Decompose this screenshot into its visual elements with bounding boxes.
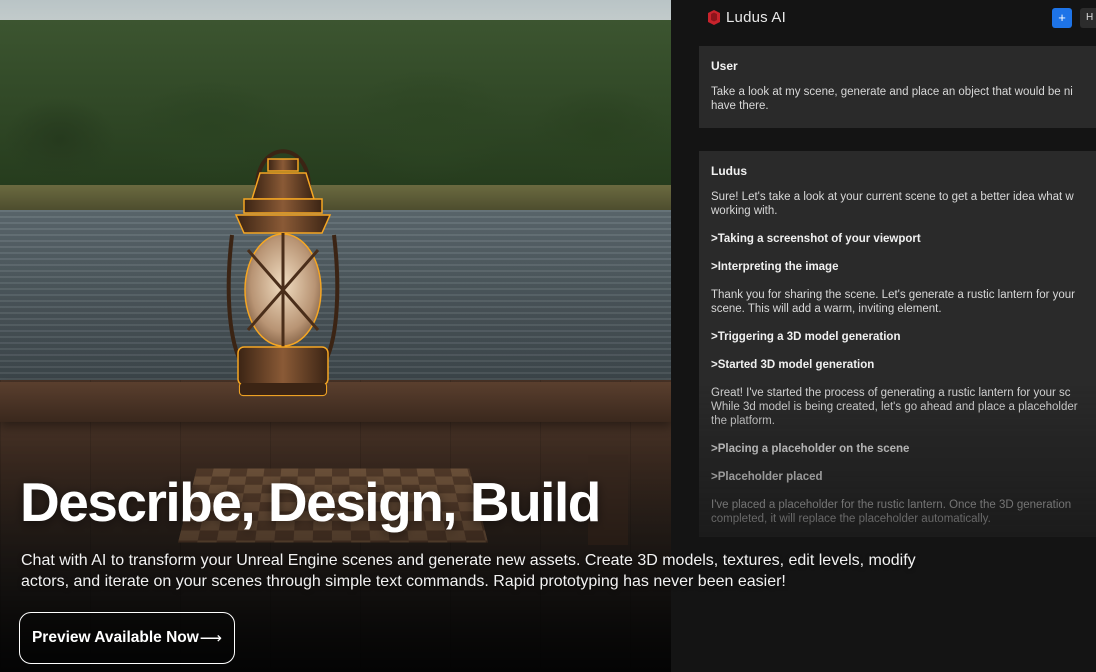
lantern-icon <box>226 149 340 397</box>
ludus-text-block: I've placed a placeholder for the rustic… <box>711 498 1096 526</box>
user-message-line: Take a look at my scene, generate and pl… <box>711 86 1073 98</box>
ludus-text-line: Sure! Let's take a look at your current … <box>711 191 1074 203</box>
ludus-action-step: >Started 3D model generation <box>711 359 875 371</box>
ludus-text-line: Great! I've started the process of gener… <box>711 387 1071 399</box>
brand-name: Ludus AI <box>726 9 786 26</box>
ludus-message-card: Ludus Sure! Let's take a look at your cu… <box>699 151 1096 537</box>
arrow-right-icon: ⟶ <box>199 629 223 647</box>
ludus-logo-icon <box>708 10 720 25</box>
ludus-text-line: completed, it will replace the placehold… <box>711 513 991 525</box>
ludus-text-block: Sure! Let's take a look at your current … <box>711 190 1096 218</box>
brand: Ludus AI <box>707 9 786 26</box>
hero-subtext: Chat with AI to transform your Unreal En… <box>21 552 916 590</box>
ludus-message-title: Ludus <box>711 164 747 178</box>
ludus-text-line: scene. This will add a warm, inviting el… <box>711 303 942 315</box>
ludus-text-line: Thank you for sharing the scene. Let's g… <box>711 289 1076 301</box>
ludus-text-block: Great! I've started the process of gener… <box>711 386 1096 428</box>
ludus-action-step: >Triggering a 3D model generation <box>711 331 901 343</box>
ludus-action-step: >Interpreting the image <box>711 261 839 273</box>
ludus-text-line: While 3d model is being created, let's g… <box>711 401 1078 413</box>
ludus-text-block: Thank you for sharing the scene. Let's g… <box>711 288 1096 316</box>
chat-header: Ludus AI + H <box>671 0 1096 36</box>
preview-available-button[interactable]: Preview Available Now ⟶ <box>19 612 235 664</box>
preview-button-label: Preview Available Now <box>31 629 199 646</box>
history-button[interactable]: H <box>1080 8 1096 28</box>
ludus-action-step: >Placeholder placed <box>711 471 823 483</box>
new-chat-button[interactable]: + <box>1052 8 1072 28</box>
user-message-title: User <box>711 59 738 73</box>
user-message-card: User Take a look at my scene, generate a… <box>699 46 1096 128</box>
ludus-action-step: >Placing a placeholder on the scene <box>711 443 910 455</box>
ludus-text-line: working with. <box>711 205 778 217</box>
hero-headline: Describe, Design, Build <box>20 471 601 533</box>
ludus-text-line: the platform. <box>711 415 775 427</box>
ludus-text-line: I've placed a placeholder for the rustic… <box>711 499 1072 511</box>
ludus-action-step: >Taking a screenshot of your viewport <box>711 233 921 245</box>
user-message-line: have there. <box>711 100 769 112</box>
